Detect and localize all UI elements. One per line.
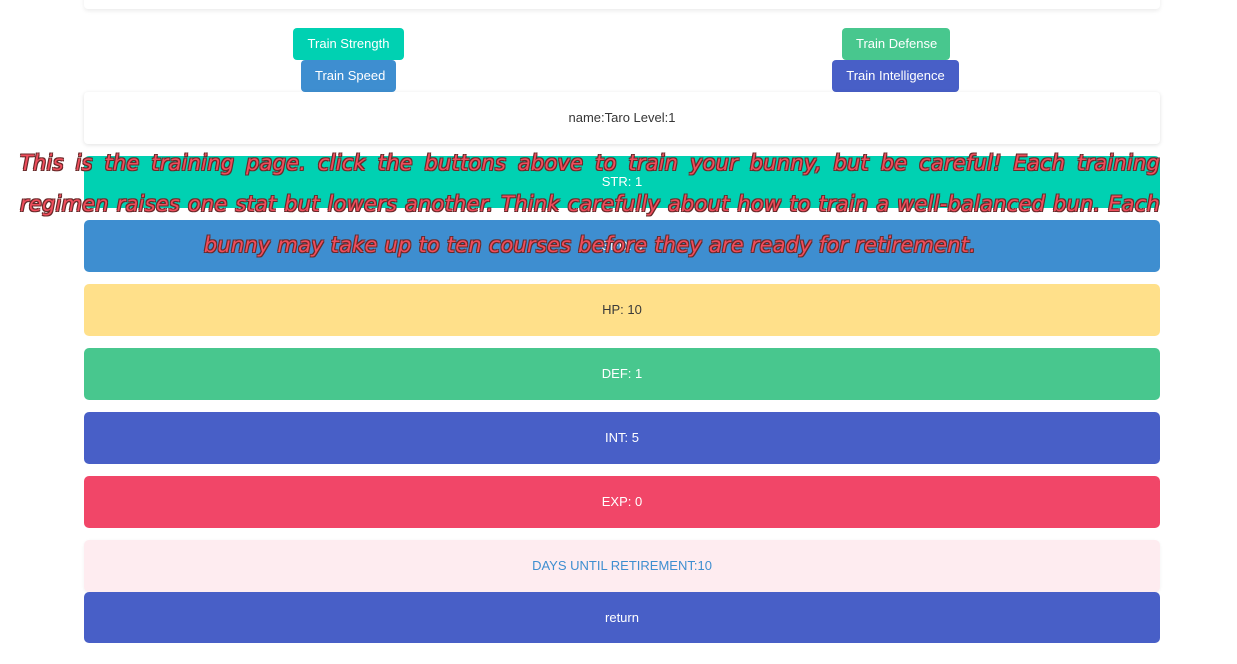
return-button[interactable]: return	[84, 592, 1160, 643]
bunny-info-card: name:Taro Level:1	[84, 92, 1160, 144]
stat-hp: HP: 10	[84, 284, 1160, 336]
training-page: Train Strength Train Speed Train Defense…	[0, 0, 1237, 664]
stat-int: INT: 5	[84, 412, 1160, 464]
train-intelligence-button[interactable]: Train Intelligence	[832, 60, 959, 92]
train-defense-button[interactable]: Train Defense	[842, 28, 950, 60]
stat-str: STR: 1	[84, 156, 1160, 208]
stat-exp: EXP: 0	[84, 476, 1160, 528]
train-speed-button[interactable]: Train Speed	[301, 60, 396, 92]
top-card	[84, 0, 1160, 9]
stat-def: DEF: 1	[84, 348, 1160, 400]
train-strength-button[interactable]: Train Strength	[293, 28, 404, 60]
stat-spd: SPD: 5	[84, 220, 1160, 272]
days-until-retirement: DAYS UNTIL RETIREMENT:10	[84, 540, 1160, 592]
